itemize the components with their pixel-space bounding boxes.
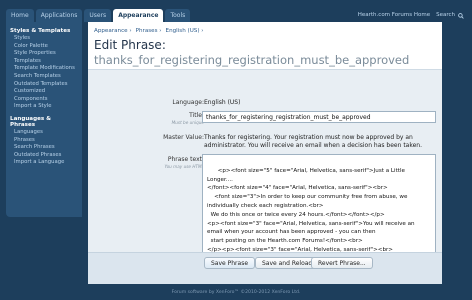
footer-copyright: Forum software by XenForo™ ©2010-2012 Xe… (171, 290, 301, 295)
save-and-reload-button[interactable]: Save and Reload (255, 257, 320, 269)
sidebar-item-search-templates[interactable]: Search Templates (10, 73, 78, 81)
phrase-text-hint: You may use HTML (164, 164, 205, 169)
tab-tools[interactable]: Tools (165, 9, 191, 22)
search-label: Search (436, 12, 455, 18)
title-input[interactable] (202, 111, 436, 123)
master-value-label: Master Value: (163, 134, 204, 141)
top-navigation-bar: Home Applications Users Appearance Tools… (0, 0, 472, 22)
sidebar-item-templates[interactable]: Templates (10, 58, 78, 66)
sidebar-item-phrases[interactable]: Phrases (10, 137, 78, 145)
sidebar-item-styles[interactable]: Styles (10, 35, 78, 43)
sidebar-item-languages[interactable]: Languages (10, 129, 78, 137)
breadcrumb-phrases[interactable]: Phrases › (136, 28, 162, 34)
revert-phrase-button[interactable]: Revert Phrase... (311, 257, 373, 269)
sidebar-item-customized-components[interactable]: Customized Components (10, 88, 78, 103)
breadcrumb-language[interactable]: English (US) › (166, 28, 204, 34)
sidebar-heading-styles[interactable]: Styles & Templates (10, 28, 78, 34)
forum-home-link[interactable]: Hearth.com Forums Home (358, 9, 430, 22)
breadcrumb-appearance[interactable]: Appearance › (94, 28, 132, 34)
breadcrumb: Appearance › Phrases › English (US) › (94, 28, 204, 34)
top-right-links: Hearth.com Forums Home Search (358, 9, 464, 22)
search-button[interactable]: Search (436, 9, 464, 22)
tab-users[interactable]: Users (84, 9, 112, 22)
sidebar-item-import-language[interactable]: Import a Language (10, 159, 78, 167)
language-value: English (US) (204, 99, 241, 106)
phrase-text-area[interactable]: <p><font size="5" face="Arial, Helvetica… (202, 154, 436, 268)
title-hint: Must be unique (171, 120, 204, 125)
search-icon (458, 12, 464, 19)
sidebar-item-outdated-templates[interactable]: Outdated Templates (10, 81, 78, 89)
sidebar: Styles & Templates Styles Color Palette … (6, 22, 82, 217)
main-panel: Appearance › Phrases › English (US) › Ed… (88, 22, 442, 284)
button-bar: Save Phrase Save and Reload Revert Phras… (88, 252, 442, 284)
save-phrase-button[interactable]: Save Phrase (204, 257, 256, 269)
master-value-text: Thanks for registering. Your registratio… (204, 134, 423, 149)
page-title: Edit Phrase: (94, 38, 166, 52)
sidebar-item-outdated-phrases[interactable]: Outdated Phrases (10, 152, 78, 160)
sidebar-item-import-style[interactable]: Import a Style (10, 103, 78, 111)
sidebar-heading-languages[interactable]: Languages & Phrases (10, 116, 78, 128)
tab-home[interactable]: Home (6, 9, 34, 22)
sidebar-item-template-modifications[interactable]: Template Modifications (10, 65, 78, 73)
sidebar-item-style-properties[interactable]: Style Properties (10, 50, 78, 58)
language-label: Language: (172, 99, 204, 106)
phrase-text-label: Phrase text: (167, 156, 204, 163)
main-nav-tabs: Home Applications Users Appearance Tools (6, 9, 192, 22)
tab-applications[interactable]: Applications (35, 9, 83, 22)
sidebar-item-color-palette[interactable]: Color Palette (10, 43, 78, 51)
tab-appearance[interactable]: Appearance (113, 9, 164, 22)
sidebar-item-search-phrases[interactable]: Search Phrases (10, 144, 78, 152)
phrase-name-heading: thanks_for_registering_registration_must… (94, 53, 410, 67)
